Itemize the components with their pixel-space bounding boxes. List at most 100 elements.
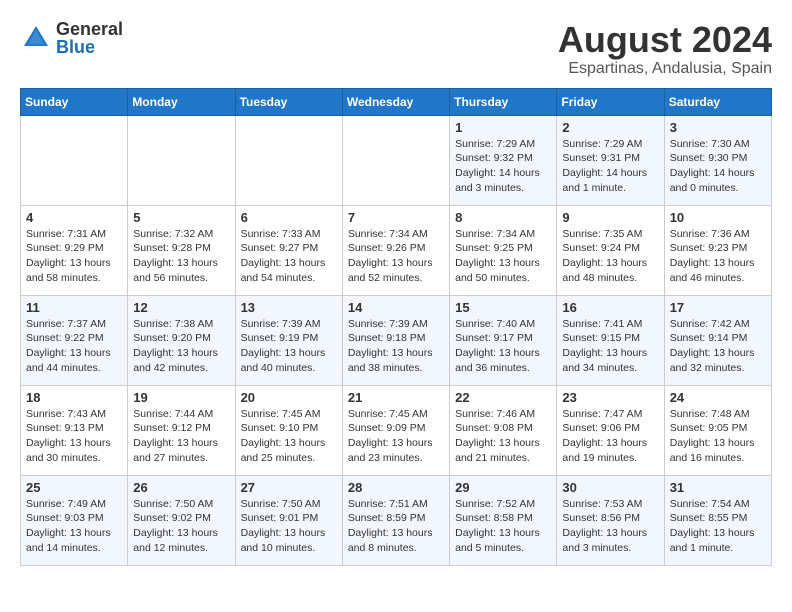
header-wednesday: Wednesday (342, 88, 449, 115)
calendar-cell: 24 Sunrise: 7:48 AM Sunset: 9:05 PM Dayli… (664, 385, 771, 475)
day-content: Sunrise: 7:53 AM Sunset: 8:56 PM Dayligh… (562, 497, 658, 556)
day-content: Sunrise: 7:30 AM Sunset: 9:30 PM Dayligh… (670, 137, 766, 196)
calendar-cell: 23 Sunrise: 7:47 AM Sunset: 9:06 PM Dayli… (557, 385, 664, 475)
day-content: Sunrise: 7:54 AM Sunset: 8:55 PM Dayligh… (670, 497, 766, 556)
calendar-cell (21, 115, 128, 205)
day-content: Sunrise: 7:47 AM Sunset: 9:06 PM Dayligh… (562, 407, 658, 466)
calendar-cell: 2 Sunrise: 7:29 AM Sunset: 9:31 PM Daylig… (557, 115, 664, 205)
day-number: 15 (455, 300, 551, 315)
calendar-week-row: 4Sunrise: 7:31 AM Sunset: 9:29 PM Daylig… (21, 205, 772, 295)
day-content: Sunrise: 7:43 AM Sunset: 9:13 PM Dayligh… (26, 407, 122, 466)
day-number: 1 (455, 120, 551, 135)
day-content: Sunrise: 7:33 AM Sunset: 9:27 PM Dayligh… (241, 227, 337, 286)
calendar-cell: 19 Sunrise: 7:44 AM Sunset: 9:12 PM Dayli… (128, 385, 235, 475)
day-number: 16 (562, 300, 658, 315)
calendar-table: SundayMondayTuesdayWednesdayThursdayFrid… (20, 88, 772, 566)
calendar-cell: 6 Sunrise: 7:33 AM Sunset: 9:27 PM Daylig… (235, 205, 342, 295)
day-content: Sunrise: 7:32 AM Sunset: 9:28 PM Dayligh… (133, 227, 229, 286)
day-content: Sunrise: 7:44 AM Sunset: 9:12 PM Dayligh… (133, 407, 229, 466)
calendar-cell: 29 Sunrise: 7:52 AM Sunset: 8:58 PM Dayli… (450, 475, 557, 565)
day-number: 12 (133, 300, 229, 315)
day-number: 18 (26, 390, 122, 405)
calendar-cell (342, 115, 449, 205)
day-content: Sunrise: 7:38 AM Sunset: 9:20 PM Dayligh… (133, 317, 229, 376)
calendar-week-row: 1 Sunrise: 7:29 AM Sunset: 9:32 PM Daylig… (21, 115, 772, 205)
day-content: Sunrise: 7:48 AM Sunset: 9:05 PM Dayligh… (670, 407, 766, 466)
day-content: Sunrise: 7:29 AM Sunset: 9:31 PM Dayligh… (562, 137, 658, 196)
page-header: General Blue August 2024 Espartinas, And… (20, 20, 772, 78)
day-content: Sunrise: 7:39 AM Sunset: 9:18 PM Dayligh… (348, 317, 444, 376)
calendar-cell: 28Sunrise: 7:51 AM Sunset: 8:59 PM Dayli… (342, 475, 449, 565)
day-content: Sunrise: 7:42 AM Sunset: 9:14 PM Dayligh… (670, 317, 766, 376)
calendar-cell: 7Sunrise: 7:34 AM Sunset: 9:26 PM Daylig… (342, 205, 449, 295)
header-tuesday: Tuesday (235, 88, 342, 115)
day-number: 27 (241, 480, 337, 495)
header-thursday: Thursday (450, 88, 557, 115)
calendar-cell: 4Sunrise: 7:31 AM Sunset: 9:29 PM Daylig… (21, 205, 128, 295)
day-number: 5 (133, 210, 229, 225)
day-number: 19 (133, 390, 229, 405)
day-content: Sunrise: 7:45 AM Sunset: 9:09 PM Dayligh… (348, 407, 444, 466)
title-section: August 2024 Espartinas, Andalusia, Spain (558, 20, 772, 78)
day-content: Sunrise: 7:34 AM Sunset: 9:25 PM Dayligh… (455, 227, 551, 286)
calendar-cell: 22 Sunrise: 7:46 AM Sunset: 9:08 PM Dayli… (450, 385, 557, 475)
day-number: 22 (455, 390, 551, 405)
logo-icon (20, 22, 52, 54)
calendar-cell: 11Sunrise: 7:37 AM Sunset: 9:22 PM Dayli… (21, 295, 128, 385)
calendar-cell: 25 Sunrise: 7:49 AM Sunset: 9:03 PM Dayli… (21, 475, 128, 565)
logo-blue-text: Blue (56, 38, 123, 56)
day-number: 28 (348, 480, 444, 495)
header-monday: Monday (128, 88, 235, 115)
calendar-cell: 12 Sunrise: 7:38 AM Sunset: 9:20 PM Dayli… (128, 295, 235, 385)
calendar-cell: 5 Sunrise: 7:32 AM Sunset: 9:28 PM Daylig… (128, 205, 235, 295)
header-saturday: Saturday (664, 88, 771, 115)
day-number: 26 (133, 480, 229, 495)
day-content: Sunrise: 7:39 AM Sunset: 9:19 PM Dayligh… (241, 317, 337, 376)
day-number: 4 (26, 210, 122, 225)
calendar-week-row: 25 Sunrise: 7:49 AM Sunset: 9:03 PM Dayli… (21, 475, 772, 565)
calendar-cell: 8Sunrise: 7:34 AM Sunset: 9:25 PM Daylig… (450, 205, 557, 295)
calendar-week-row: 18 Sunrise: 7:43 AM Sunset: 9:13 PM Dayli… (21, 385, 772, 475)
month-year-title: August 2024 (558, 20, 772, 60)
calendar-cell: 14 Sunrise: 7:39 AM Sunset: 9:18 PM Dayli… (342, 295, 449, 385)
location-subtitle: Espartinas, Andalusia, Spain (558, 60, 772, 78)
day-content: Sunrise: 7:36 AM Sunset: 9:23 PM Dayligh… (670, 227, 766, 286)
day-content: Sunrise: 7:49 AM Sunset: 9:03 PM Dayligh… (26, 497, 122, 556)
day-content: Sunrise: 7:29 AM Sunset: 9:32 PM Dayligh… (455, 137, 551, 196)
day-number: 13 (241, 300, 337, 315)
day-number: 23 (562, 390, 658, 405)
day-number: 14 (348, 300, 444, 315)
day-number: 31 (670, 480, 766, 495)
calendar-cell: 17 Sunrise: 7:42 AM Sunset: 9:14 PM Dayli… (664, 295, 771, 385)
day-number: 30 (562, 480, 658, 495)
day-content: Sunrise: 7:50 AM Sunset: 9:02 PM Dayligh… (133, 497, 229, 556)
calendar-cell: 15 Sunrise: 7:40 AM Sunset: 9:17 PM Dayli… (450, 295, 557, 385)
calendar-cell: 30 Sunrise: 7:53 AM Sunset: 8:56 PM Dayli… (557, 475, 664, 565)
day-content: Sunrise: 7:46 AM Sunset: 9:08 PM Dayligh… (455, 407, 551, 466)
header-sunday: Sunday (21, 88, 128, 115)
day-number: 11 (26, 300, 122, 315)
day-content: Sunrise: 7:40 AM Sunset: 9:17 PM Dayligh… (455, 317, 551, 376)
day-content: Sunrise: 7:52 AM Sunset: 8:58 PM Dayligh… (455, 497, 551, 556)
day-number: 17 (670, 300, 766, 315)
day-content: Sunrise: 7:41 AM Sunset: 9:15 PM Dayligh… (562, 317, 658, 376)
day-content: Sunrise: 7:34 AM Sunset: 9:26 PM Dayligh… (348, 227, 444, 286)
day-number: 6 (241, 210, 337, 225)
calendar-cell: 27Sunrise: 7:50 AM Sunset: 9:01 PM Dayli… (235, 475, 342, 565)
calendar-cell: 3 Sunrise: 7:30 AM Sunset: 9:30 PM Daylig… (664, 115, 771, 205)
day-number: 20 (241, 390, 337, 405)
day-number: 10 (670, 210, 766, 225)
day-content: Sunrise: 7:45 AM Sunset: 9:10 PM Dayligh… (241, 407, 337, 466)
day-number: 29 (455, 480, 551, 495)
day-content: Sunrise: 7:35 AM Sunset: 9:24 PM Dayligh… (562, 227, 658, 286)
calendar-cell: 20 Sunrise: 7:45 AM Sunset: 9:10 PM Dayli… (235, 385, 342, 475)
calendar-cell: 13 Sunrise: 7:39 AM Sunset: 9:19 PM Dayli… (235, 295, 342, 385)
calendar-cell: 21Sunrise: 7:45 AM Sunset: 9:09 PM Dayli… (342, 385, 449, 475)
day-number: 3 (670, 120, 766, 135)
day-number: 24 (670, 390, 766, 405)
calendar-cell: 10 Sunrise: 7:36 AM Sunset: 9:23 PM Dayli… (664, 205, 771, 295)
day-number: 25 (26, 480, 122, 495)
day-number: 9 (562, 210, 658, 225)
logo-text: General Blue (56, 20, 123, 56)
day-number: 2 (562, 120, 658, 135)
